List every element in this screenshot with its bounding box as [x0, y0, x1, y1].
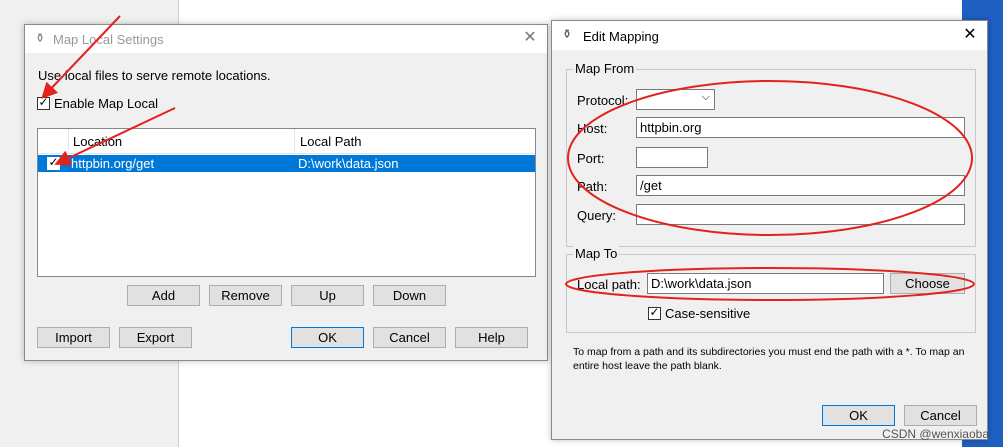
description-text: Use local files to serve remote location…: [38, 68, 271, 83]
column-header-label: Location: [73, 134, 123, 149]
checkbox-column-header[interactable]: [38, 129, 69, 153]
remove-button[interactable]: Remove: [209, 285, 282, 306]
map-from-legend: Map From: [573, 61, 637, 76]
host-field[interactable]: httpbin.org: [636, 117, 965, 138]
dialog-title: Edit Mapping: [583, 29, 659, 44]
map-local-settings-dialog: ⚱ Map Local Settings ✕ Use local files t…: [24, 24, 548, 361]
export-button[interactable]: Export: [119, 327, 192, 348]
title-bar[interactable]: ⚱ Edit Mapping ✕: [552, 21, 987, 50]
enable-map-local-label[interactable]: Enable Map Local: [54, 96, 158, 111]
help-text: To map from a path and its subdirectorie…: [573, 346, 965, 372]
ok-button[interactable]: OK: [291, 327, 364, 348]
choose-button[interactable]: Choose: [890, 273, 965, 294]
map-to-legend: Map To: [573, 246, 620, 261]
local-path-label: Local path:: [577, 277, 641, 292]
edit-mapping-dialog: ⚱ Edit Mapping ✕ Map From Protocol: ⌵ Ho…: [551, 20, 988, 440]
cancel-button[interactable]: Cancel: [373, 327, 446, 348]
checkmark-icon: ✓: [48, 155, 59, 169]
add-button[interactable]: Add: [127, 285, 200, 306]
locations-table: Location Local Path ✓ httpbin.org/get D:…: [37, 128, 536, 277]
column-header-label: Local Path: [300, 134, 362, 149]
checkmark-icon: ✓: [38, 95, 49, 109]
table-header: Location Local Path: [38, 129, 535, 154]
cancel-button[interactable]: Cancel: [904, 405, 977, 426]
charles-app-icon: ⚱: [34, 31, 46, 45]
chevron-down-icon: ⌵: [701, 91, 710, 103]
query-label: Query:: [577, 208, 617, 223]
table-row[interactable]: ✓ httpbin.org/get D:\work\data.json: [38, 155, 535, 172]
query-field[interactable]: [636, 204, 965, 225]
row-enabled-checkbox[interactable]: ✓: [47, 155, 60, 170]
charles-app-icon: ⚱: [561, 27, 573, 41]
local-path-field[interactable]: D:\work\data.json: [647, 273, 884, 294]
help-button[interactable]: Help: [455, 327, 528, 348]
protocol-label: Protocol:: [577, 93, 629, 108]
watermark: CSDN @wenxiaoba: [882, 427, 989, 441]
checkmark-icon: ✓: [649, 305, 660, 319]
case-sensitive-label[interactable]: Case-sensitive: [665, 306, 750, 321]
path-field[interactable]: /get: [636, 175, 965, 196]
case-sensitive-checkbox[interactable]: ✓: [648, 305, 661, 320]
enable-map-local-checkbox[interactable]: ✓: [37, 95, 50, 110]
ok-button[interactable]: OK: [822, 405, 895, 426]
close-icon[interactable]: ✕: [521, 29, 539, 47]
host-label: Host:: [577, 121, 608, 136]
column-header-local-path[interactable]: Local Path: [295, 129, 535, 153]
import-button[interactable]: Import: [37, 327, 110, 348]
dialog-title: Map Local Settings: [53, 32, 164, 47]
port-field[interactable]: [636, 147, 708, 168]
title-bar[interactable]: ⚱ Map Local Settings ✕: [25, 25, 547, 53]
path-label: Path:: [577, 179, 608, 194]
row-local-path: D:\work\data.json: [298, 156, 399, 171]
protocol-select[interactable]: ⌵: [636, 89, 715, 110]
up-button[interactable]: Up: [291, 285, 364, 306]
down-button[interactable]: Down: [373, 285, 446, 306]
row-location: httpbin.org/get: [71, 156, 155, 171]
column-header-location[interactable]: Location: [68, 129, 295, 153]
port-label: Port:: [577, 151, 605, 166]
close-icon[interactable]: ✕: [961, 26, 979, 44]
